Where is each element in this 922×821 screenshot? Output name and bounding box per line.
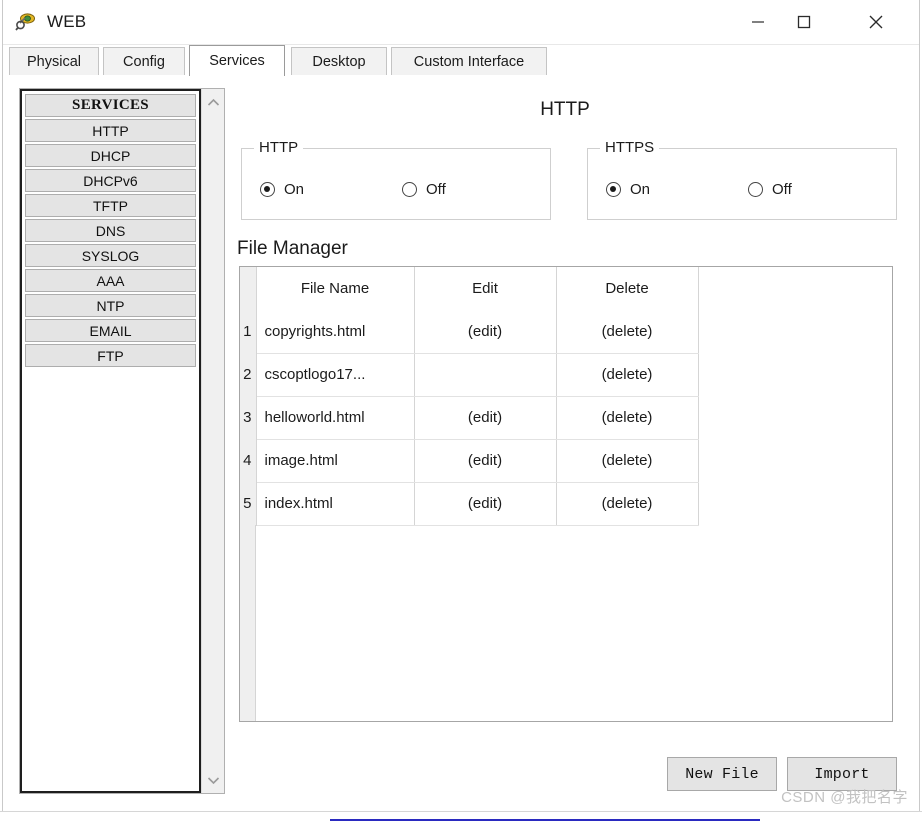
https-off-radio[interactable]: Off — [748, 181, 792, 198]
file-name: cscoptlogo17... — [256, 353, 415, 397]
row-number: 2 — [240, 353, 257, 396]
file-name: copyrights.html — [256, 310, 415, 354]
https-radio-row: On Off — [588, 181, 896, 203]
sidebar-item-dhcpv6[interactable]: DHCPv6 — [25, 169, 196, 192]
table-row: 3 helloworld.html (edit) (delete) — [240, 396, 699, 440]
https-on-label: On — [630, 181, 651, 198]
file-manager-title: File Manager — [237, 238, 348, 259]
delete-link[interactable]: (delete) — [556, 353, 699, 397]
delete-link[interactable]: (delete) — [556, 310, 699, 354]
web-device-window: WEB Physical Config Services Desktop Cus… — [2, 0, 920, 812]
watermark: CSDN @我把名字 — [781, 789, 908, 806]
https-groupbox: HTTPS On Off — [587, 139, 897, 220]
file-manager-panel: File Name Edit Delete 1 copyrights.html … — [239, 266, 893, 722]
http-on-label: On — [284, 181, 305, 198]
close-button[interactable] — [853, 0, 899, 44]
page-title: HTTP — [540, 99, 590, 120]
sidebar-item-dns[interactable]: DNS — [25, 219, 196, 242]
file-name: image.html — [256, 439, 415, 483]
radio-selected-icon — [606, 182, 621, 197]
sidebar-item-dhcp[interactable]: DHCP — [25, 144, 196, 167]
https-on-radio[interactable]: On — [606, 181, 650, 198]
sidebar-item-aaa[interactable]: AAA — [25, 269, 196, 292]
row-number: 5 — [240, 482, 257, 525]
column-header-file-name: File Name — [256, 267, 415, 310]
content-area: SERVICES HTTP DHCP DHCPv6 TFTP DNS SYSLO… — [3, 75, 919, 811]
https-off-label: Off — [772, 181, 792, 198]
table-row: 4 image.html (edit) (delete) — [240, 439, 699, 483]
edit-link[interactable]: (edit) — [414, 396, 557, 440]
column-header-delete: Delete — [556, 267, 699, 310]
service-detail-panel: HTTP HTTP On Off HTTPS On Off File Manag… — [235, 75, 911, 811]
tab-services[interactable]: Services — [189, 45, 285, 76]
sidebar-item-email[interactable]: EMAIL — [25, 319, 196, 342]
new-file-button[interactable]: New File — [667, 757, 777, 791]
table-header-row: File Name Edit Delete — [240, 267, 699, 310]
http-radio-row: On Off — [242, 181, 550, 203]
maximize-icon — [797, 15, 811, 29]
tab-desktop[interactable]: Desktop — [291, 47, 387, 75]
minimize-button[interactable] — [735, 0, 781, 44]
http-groupbox: HTTP On Off — [241, 139, 551, 220]
file-name: index.html — [256, 482, 415, 526]
radio-unselected-icon — [748, 182, 763, 197]
maximize-button[interactable] — [781, 0, 827, 44]
row-number: 1 — [240, 310, 257, 353]
table-row: 2 cscoptlogo17... (delete) — [240, 353, 699, 397]
packet-tracer-device-icon — [15, 11, 37, 33]
bottom-strip — [0, 811, 922, 821]
tab-custom-interface[interactable]: Custom Interface — [391, 47, 547, 75]
radio-unselected-icon — [402, 182, 417, 197]
delete-link[interactable]: (delete) — [556, 396, 699, 440]
edit-link — [414, 353, 557, 397]
http-on-radio[interactable]: On — [260, 181, 304, 198]
tab-physical[interactable]: Physical — [9, 47, 99, 75]
sidebar-scrollbar[interactable] — [201, 89, 224, 793]
minimize-icon — [752, 21, 764, 23]
sidebar-item-http[interactable]: HTTP — [25, 119, 196, 142]
tab-bar: Physical Config Services Desktop Custom … — [3, 45, 919, 76]
tab-config[interactable]: Config — [103, 47, 185, 75]
https-groupbox-legend: HTTPS — [600, 139, 660, 156]
sidebar-item-ftp[interactable]: FTP — [25, 344, 196, 367]
scroll-down-icon[interactable] — [202, 769, 224, 791]
sidebar-item-tftp[interactable]: TFTP — [25, 194, 196, 217]
http-off-radio[interactable]: Off — [402, 181, 446, 198]
http-off-label: Off — [426, 181, 446, 198]
services-list[interactable]: SERVICES HTTP DHCP DHCPv6 TFTP DNS SYSLO… — [20, 89, 201, 793]
edit-link[interactable]: (edit) — [414, 310, 557, 354]
sidebar-item-syslog[interactable]: SYSLOG — [25, 244, 196, 267]
radio-selected-icon — [260, 182, 275, 197]
table-row: 5 index.html (edit) (delete) — [240, 482, 699, 526]
sidebar-item-ntp[interactable]: NTP — [25, 294, 196, 317]
table-row: 1 copyrights.html (edit) (delete) — [240, 310, 699, 354]
column-header-edit: Edit — [414, 267, 557, 310]
row-number: 4 — [240, 439, 257, 482]
file-manager-table: File Name Edit Delete 1 copyrights.html … — [240, 267, 699, 526]
sidebar-header-services: SERVICES — [25, 94, 196, 117]
close-icon — [869, 15, 883, 29]
delete-link[interactable]: (delete) — [556, 482, 699, 526]
column-header-row-number — [240, 267, 257, 310]
edit-link[interactable]: (edit) — [414, 482, 557, 526]
window-title: WEB — [47, 12, 87, 31]
row-number: 3 — [240, 396, 257, 439]
scroll-up-icon[interactable] — [202, 91, 224, 113]
http-groupbox-legend: HTTP — [254, 139, 304, 156]
file-name: helloworld.html — [256, 396, 415, 440]
services-sidebar: SERVICES HTTP DHCP DHCPv6 TFTP DNS SYSLO… — [19, 88, 225, 794]
title-bar: WEB — [3, 0, 919, 45]
edit-link[interactable]: (edit) — [414, 439, 557, 483]
delete-link[interactable]: (delete) — [556, 439, 699, 483]
